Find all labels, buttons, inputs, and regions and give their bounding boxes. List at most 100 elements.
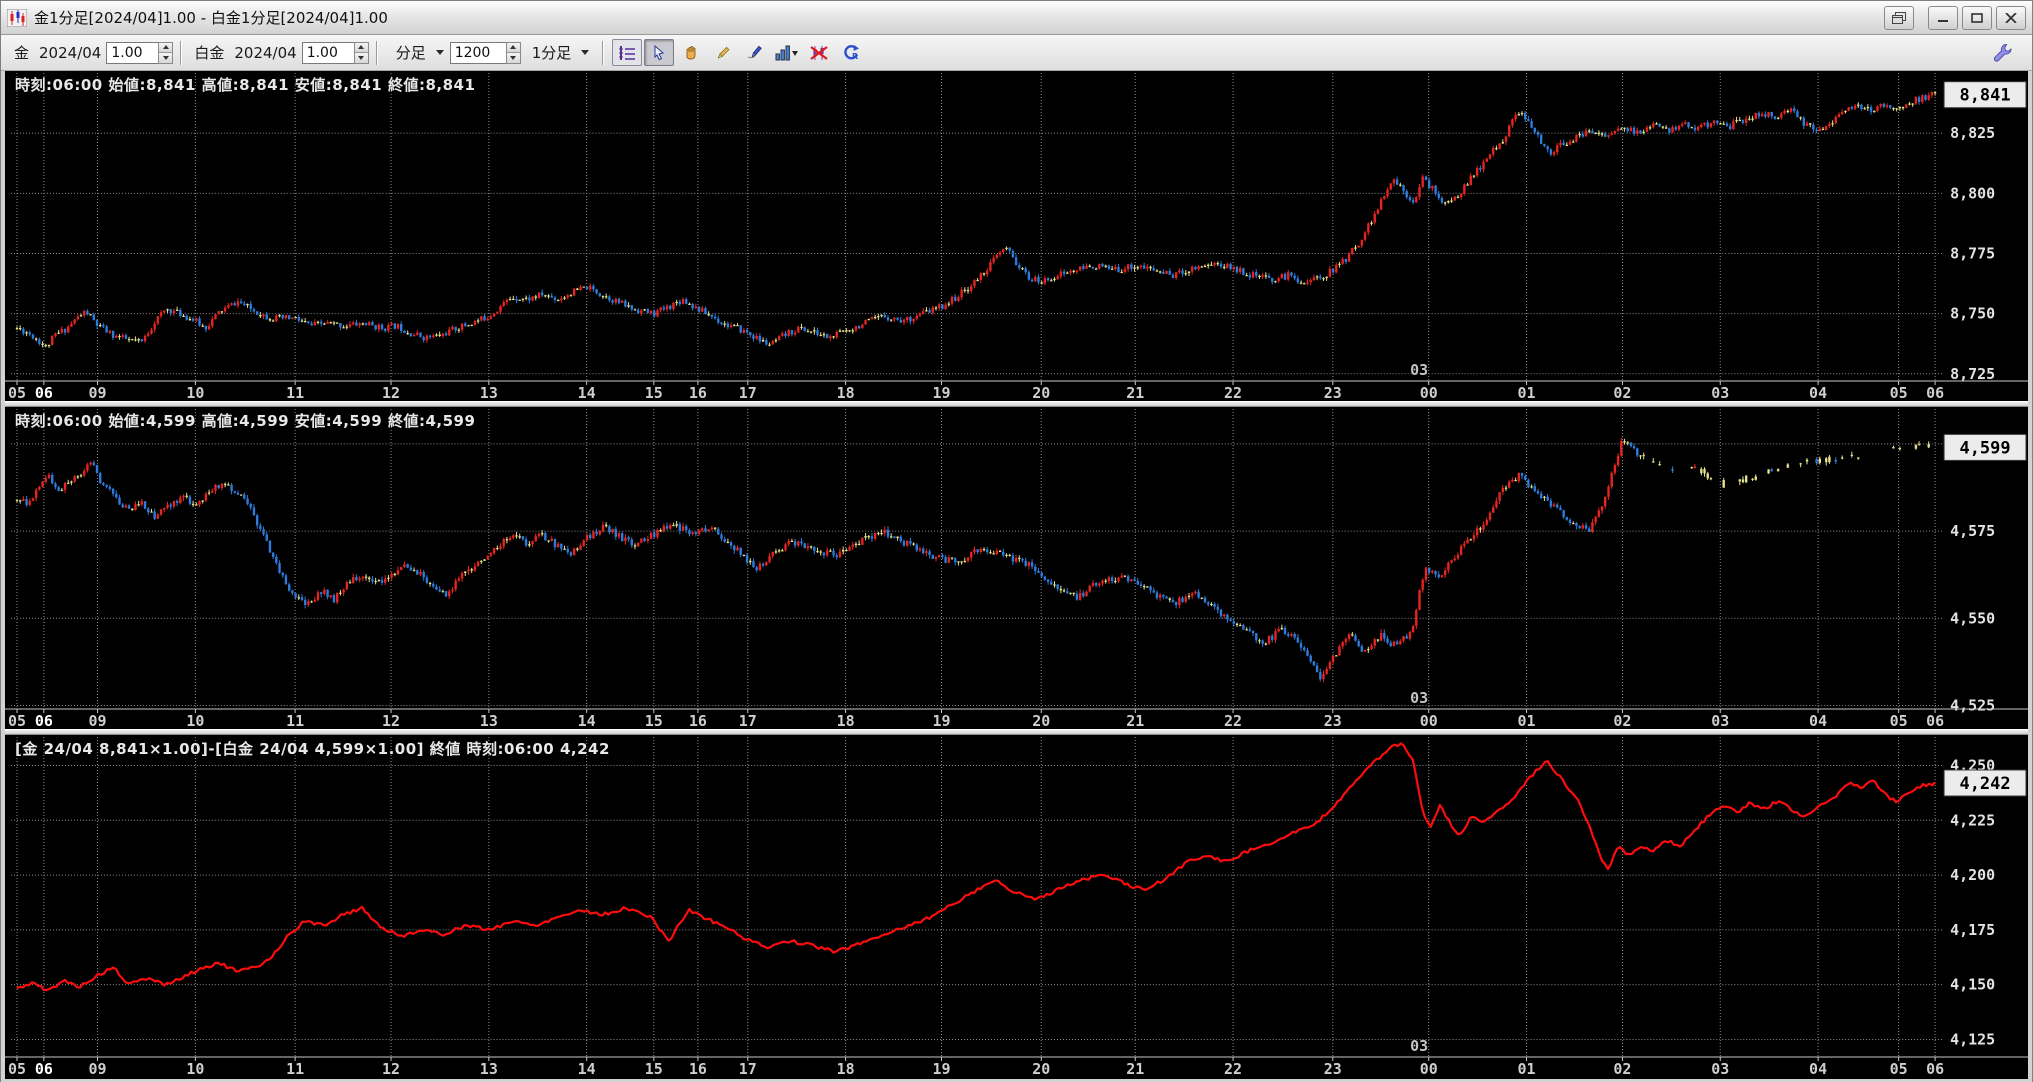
time-axis-label: 06 — [35, 1060, 53, 1078]
candle-body — [1901, 107, 1905, 109]
candle-body — [1197, 591, 1200, 598]
candle-body — [1383, 196, 1386, 200]
candle-body — [931, 555, 934, 559]
candle-body — [848, 330, 851, 332]
candle-body — [877, 532, 880, 535]
maximize-button[interactable] — [1962, 5, 1992, 30]
time-axis-label: 10 — [186, 712, 204, 729]
candle-body — [1559, 142, 1562, 146]
candle-body — [1411, 626, 1415, 632]
cursor-select-button[interactable] — [644, 39, 675, 66]
candle-body — [422, 337, 425, 341]
candle-body — [70, 481, 73, 483]
candle-body — [1853, 105, 1857, 109]
platinum-multiplier-up-button[interactable] — [354, 42, 368, 52]
price-axis-label: 8,825 — [1950, 124, 1995, 142]
candle-body — [153, 323, 156, 330]
candle-body — [1255, 633, 1258, 641]
candle-body — [1008, 247, 1011, 251]
time-axis-label: 22 — [1224, 1060, 1242, 1078]
candle-body — [1536, 132, 1540, 135]
candle-body — [1338, 646, 1341, 656]
date-boundary-label: 03 — [1410, 1037, 1428, 1055]
candle-body — [646, 539, 650, 541]
candle-body — [1722, 480, 1725, 488]
gold-multiplier-down-button[interactable] — [159, 52, 173, 63]
candle-body — [1613, 130, 1617, 134]
candle-body — [1312, 661, 1316, 666]
candle-body — [1261, 275, 1264, 277]
candle-body — [28, 332, 31, 335]
candle-body — [1011, 250, 1015, 258]
candle-body — [95, 320, 99, 326]
candle-body — [1264, 275, 1268, 277]
pencil-draw-button[interactable] — [708, 39, 738, 66]
candle-body — [396, 324, 400, 329]
candle-body — [531, 296, 534, 301]
candle-body — [1588, 528, 1591, 532]
candle-body — [739, 547, 742, 556]
candle-body — [563, 548, 566, 550]
candle-body — [569, 295, 573, 297]
candle-body — [496, 547, 499, 550]
candlestick-clear-button[interactable] — [804, 39, 834, 66]
candle-body — [1277, 278, 1280, 282]
candle-body — [364, 323, 368, 326]
bar-chart-menu-button[interactable] — [772, 39, 802, 66]
time-axis-label: 05 — [8, 1060, 26, 1078]
gold-chart-canvas[interactable]: 8,825 8,800 8,775 8,750 8,725 05 06 09 10 11 12 13 1… — [5, 71, 2028, 401]
candle-body — [86, 311, 89, 315]
candle-body — [140, 501, 144, 505]
bar-count-input[interactable] — [449, 41, 506, 64]
spread-chart-canvas[interactable]: 4,2504,2254,2004,1754,1504,12505 06 09 10 11… — [5, 735, 2028, 1079]
settings-wrench-button[interactable] — [1988, 39, 2018, 66]
hand-pan-button[interactable] — [676, 39, 706, 66]
platinum-multiplier-input[interactable] — [301, 41, 354, 64]
platinum-chart-canvas[interactable]: 4,6004,5754,5504,52505060910111213141516… — [5, 407, 2028, 729]
candle-body — [1181, 597, 1184, 602]
candle-body — [1411, 200, 1415, 203]
candle-body — [1447, 201, 1450, 203]
interval-dropdown[interactable]: 1分足 — [523, 40, 594, 65]
bar-count-up-button[interactable] — [506, 42, 520, 52]
candle-body — [646, 309, 650, 313]
date-boundary-label: 03 — [1410, 689, 1428, 707]
candle-body — [1636, 130, 1639, 134]
platinum-multiplier-down-button[interactable] — [354, 52, 368, 63]
date-boundary-label: 03 — [1410, 361, 1428, 379]
minimize-button[interactable] — [1928, 5, 1958, 30]
gold-multiplier-input[interactable] — [106, 41, 159, 64]
candle-body — [1776, 469, 1780, 472]
bar-count-down-button[interactable] — [506, 52, 520, 63]
candle-body — [406, 564, 409, 568]
chart-grid-settings-button[interactable] — [612, 39, 643, 66]
gold-multiplier-up-button[interactable] — [159, 42, 173, 52]
time-axis-label: 19 — [932, 384, 950, 401]
candle-body — [1840, 112, 1844, 115]
candle-body — [906, 541, 909, 546]
candle-body — [1376, 639, 1380, 641]
candle-body — [1370, 222, 1373, 224]
candle-body — [1725, 123, 1729, 126]
candle-body — [1754, 476, 1757, 480]
candle-body — [1271, 278, 1274, 282]
float-window-button[interactable] — [1884, 5, 1914, 30]
refresh-button[interactable]: R — [836, 39, 866, 66]
candle-body — [1149, 586, 1152, 591]
candle-body — [813, 330, 816, 332]
close-button[interactable] — [1996, 5, 2026, 30]
candle-body — [1786, 464, 1790, 468]
candlestick-clear-icon — [810, 45, 828, 60]
bar-type-dropdown[interactable]: 分足 — [387, 40, 448, 65]
candle-body — [534, 535, 537, 542]
candle-body — [1344, 639, 1348, 643]
trendline-draw-button[interactable] — [740, 39, 770, 66]
candle-body — [323, 323, 326, 325]
candle-body — [729, 542, 733, 546]
candle-body — [1392, 641, 1396, 646]
candle-body — [970, 552, 973, 558]
candle-body — [518, 536, 521, 538]
time-axis-label: 09 — [89, 1060, 107, 1078]
candle-body — [1508, 481, 1511, 488]
candle-body — [1607, 135, 1610, 137]
